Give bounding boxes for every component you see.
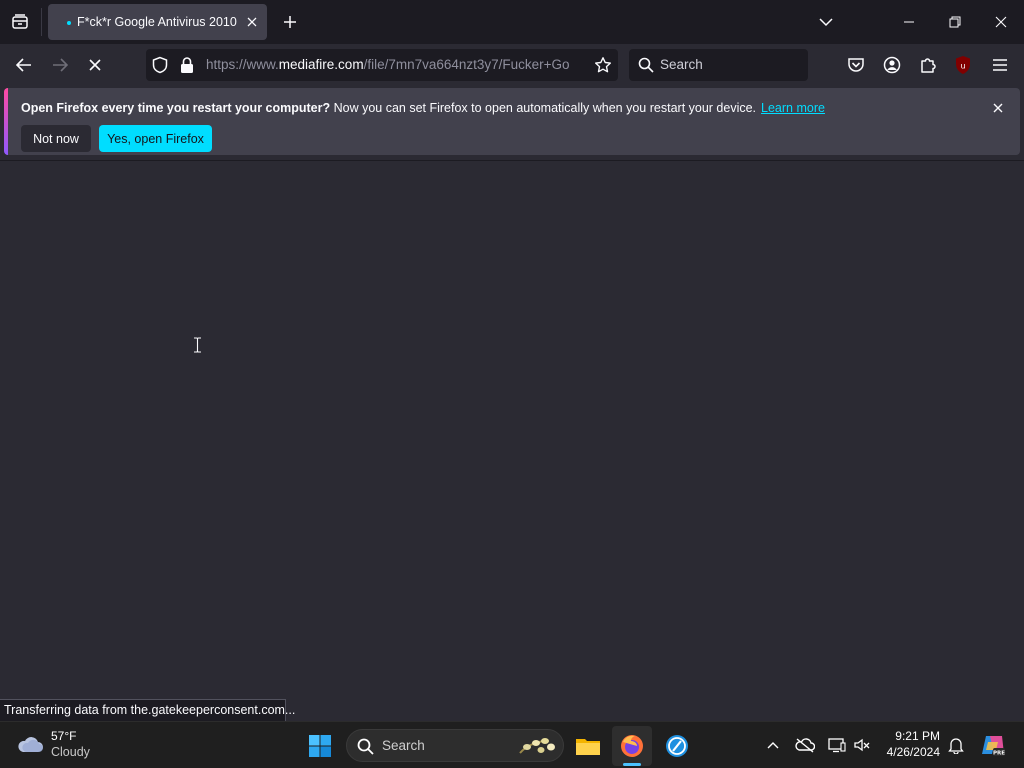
- forward-button[interactable]: [46, 53, 74, 77]
- copilot-icon[interactable]: PRE: [980, 732, 1006, 758]
- tab-title: F*ck*r Google Antivirus 2010: [77, 15, 237, 29]
- file-explorer-taskbar-button[interactable]: [568, 726, 608, 766]
- star-icon[interactable]: [594, 56, 612, 74]
- restore-button[interactable]: [932, 0, 978, 44]
- tab-list-icon[interactable]: [8, 11, 32, 33]
- arrow-left-icon: [16, 58, 31, 72]
- onedrive-icon[interactable]: [794, 734, 816, 756]
- account-icon[interactable]: [880, 53, 904, 77]
- stop-button[interactable]: [81, 53, 109, 77]
- plus-icon: [284, 16, 296, 28]
- network-icon[interactable]: [826, 734, 848, 756]
- weather-temperature[interactable]: 57°F: [51, 729, 76, 743]
- firefox-icon: [621, 735, 643, 757]
- clock-date[interactable]: 4/26/2024: [870, 745, 940, 759]
- url-prefix: https://www.: [206, 57, 279, 72]
- chevron-down-icon: [819, 17, 833, 26]
- svg-text:u: u: [960, 62, 965, 71]
- text-cursor-icon: [193, 337, 202, 353]
- new-tab-button[interactable]: [280, 12, 300, 32]
- minimize-button[interactable]: [886, 0, 932, 44]
- puzzle-icon[interactable]: [916, 53, 940, 77]
- url-path: /file/7mn7va664nzt3y7/Fucker+Go: [363, 57, 570, 72]
- notification-title: Open Firefox every time you restart your…: [21, 101, 331, 115]
- active-app-indicator: [623, 763, 641, 766]
- stop-x-icon: [89, 59, 101, 71]
- svg-text:PRE: PRE: [993, 750, 1005, 756]
- search-icon: [638, 57, 654, 73]
- search-highlight-art-icon: [517, 733, 559, 758]
- notification-message: Open Firefox every time you restart your…: [21, 101, 825, 115]
- taskbar-search-box[interactable]: Search: [346, 729, 564, 762]
- search-icon: [357, 738, 374, 755]
- chevron-up-icon[interactable]: [762, 734, 784, 756]
- url-host: mediafire.com: [278, 57, 364, 72]
- firefox-taskbar-button[interactable]: [612, 726, 652, 766]
- close-icon[interactable]: [990, 100, 1006, 116]
- tab-separator: [41, 8, 42, 36]
- browser-tab[interactable]: F*ck*r Google Antivirus 2010: [48, 4, 267, 40]
- cloud-icon[interactable]: [16, 733, 44, 755]
- page-content[interactable]: [0, 161, 1024, 721]
- learn-more-link[interactable]: Learn more: [761, 101, 825, 115]
- status-panel: Transferring data from the.gatekeepercon…: [0, 699, 295, 721]
- tab-close-icon[interactable]: [243, 13, 261, 31]
- not-now-button[interactable]: Not now: [21, 125, 91, 152]
- tracking-shield-icon[interactable]: [151, 56, 169, 74]
- start-button[interactable]: [300, 726, 340, 766]
- search-placeholder: Search: [660, 57, 703, 72]
- close-window-button[interactable]: [978, 0, 1024, 44]
- search-bar[interactable]: Search: [629, 49, 808, 81]
- url-text[interactable]: https://www.mediafire.com/file/7mn7va664…: [206, 49, 584, 81]
- tab-strip: F*ck*r Google Antivirus 2010: [0, 0, 1024, 44]
- app-taskbar-button[interactable]: [657, 726, 697, 766]
- hamburger-menu-icon[interactable]: [988, 53, 1012, 77]
- list-all-tabs-button[interactable]: [816, 12, 836, 32]
- navigation-toolbar: https://www.mediafire.com/file/7mn7va664…: [0, 44, 1024, 106]
- ublock-origin-icon[interactable]: u: [951, 53, 975, 77]
- notification-accent: [4, 88, 8, 155]
- padlock-icon[interactable]: [179, 56, 195, 74]
- yes-open-firefox-button[interactable]: Yes, open Firefox: [99, 125, 212, 152]
- taskbar-search-placeholder: Search: [382, 738, 425, 753]
- blue-app-icon: [666, 735, 688, 757]
- url-bar[interactable]: https://www.mediafire.com/file/7mn7va664…: [146, 49, 618, 81]
- windows-logo-icon: [309, 735, 331, 757]
- set-default-notification: Open Firefox every time you restart your…: [4, 88, 1020, 155]
- notification-body: Now you can set Firefox to open automati…: [330, 101, 757, 115]
- clock-time[interactable]: 9:21 PM: [880, 729, 940, 743]
- pocket-icon[interactable]: [844, 53, 868, 77]
- folder-icon: [576, 739, 600, 755]
- loading-dot-icon: [67, 21, 71, 25]
- arrow-right-icon: [53, 58, 68, 72]
- notification-bell-icon[interactable]: [945, 734, 967, 756]
- back-button[interactable]: [10, 53, 38, 77]
- windows-taskbar: 57°F Cloudy Search 9:21 PM 4/26/2024 PRE: [0, 721, 1024, 768]
- weather-condition[interactable]: Cloudy: [51, 745, 90, 759]
